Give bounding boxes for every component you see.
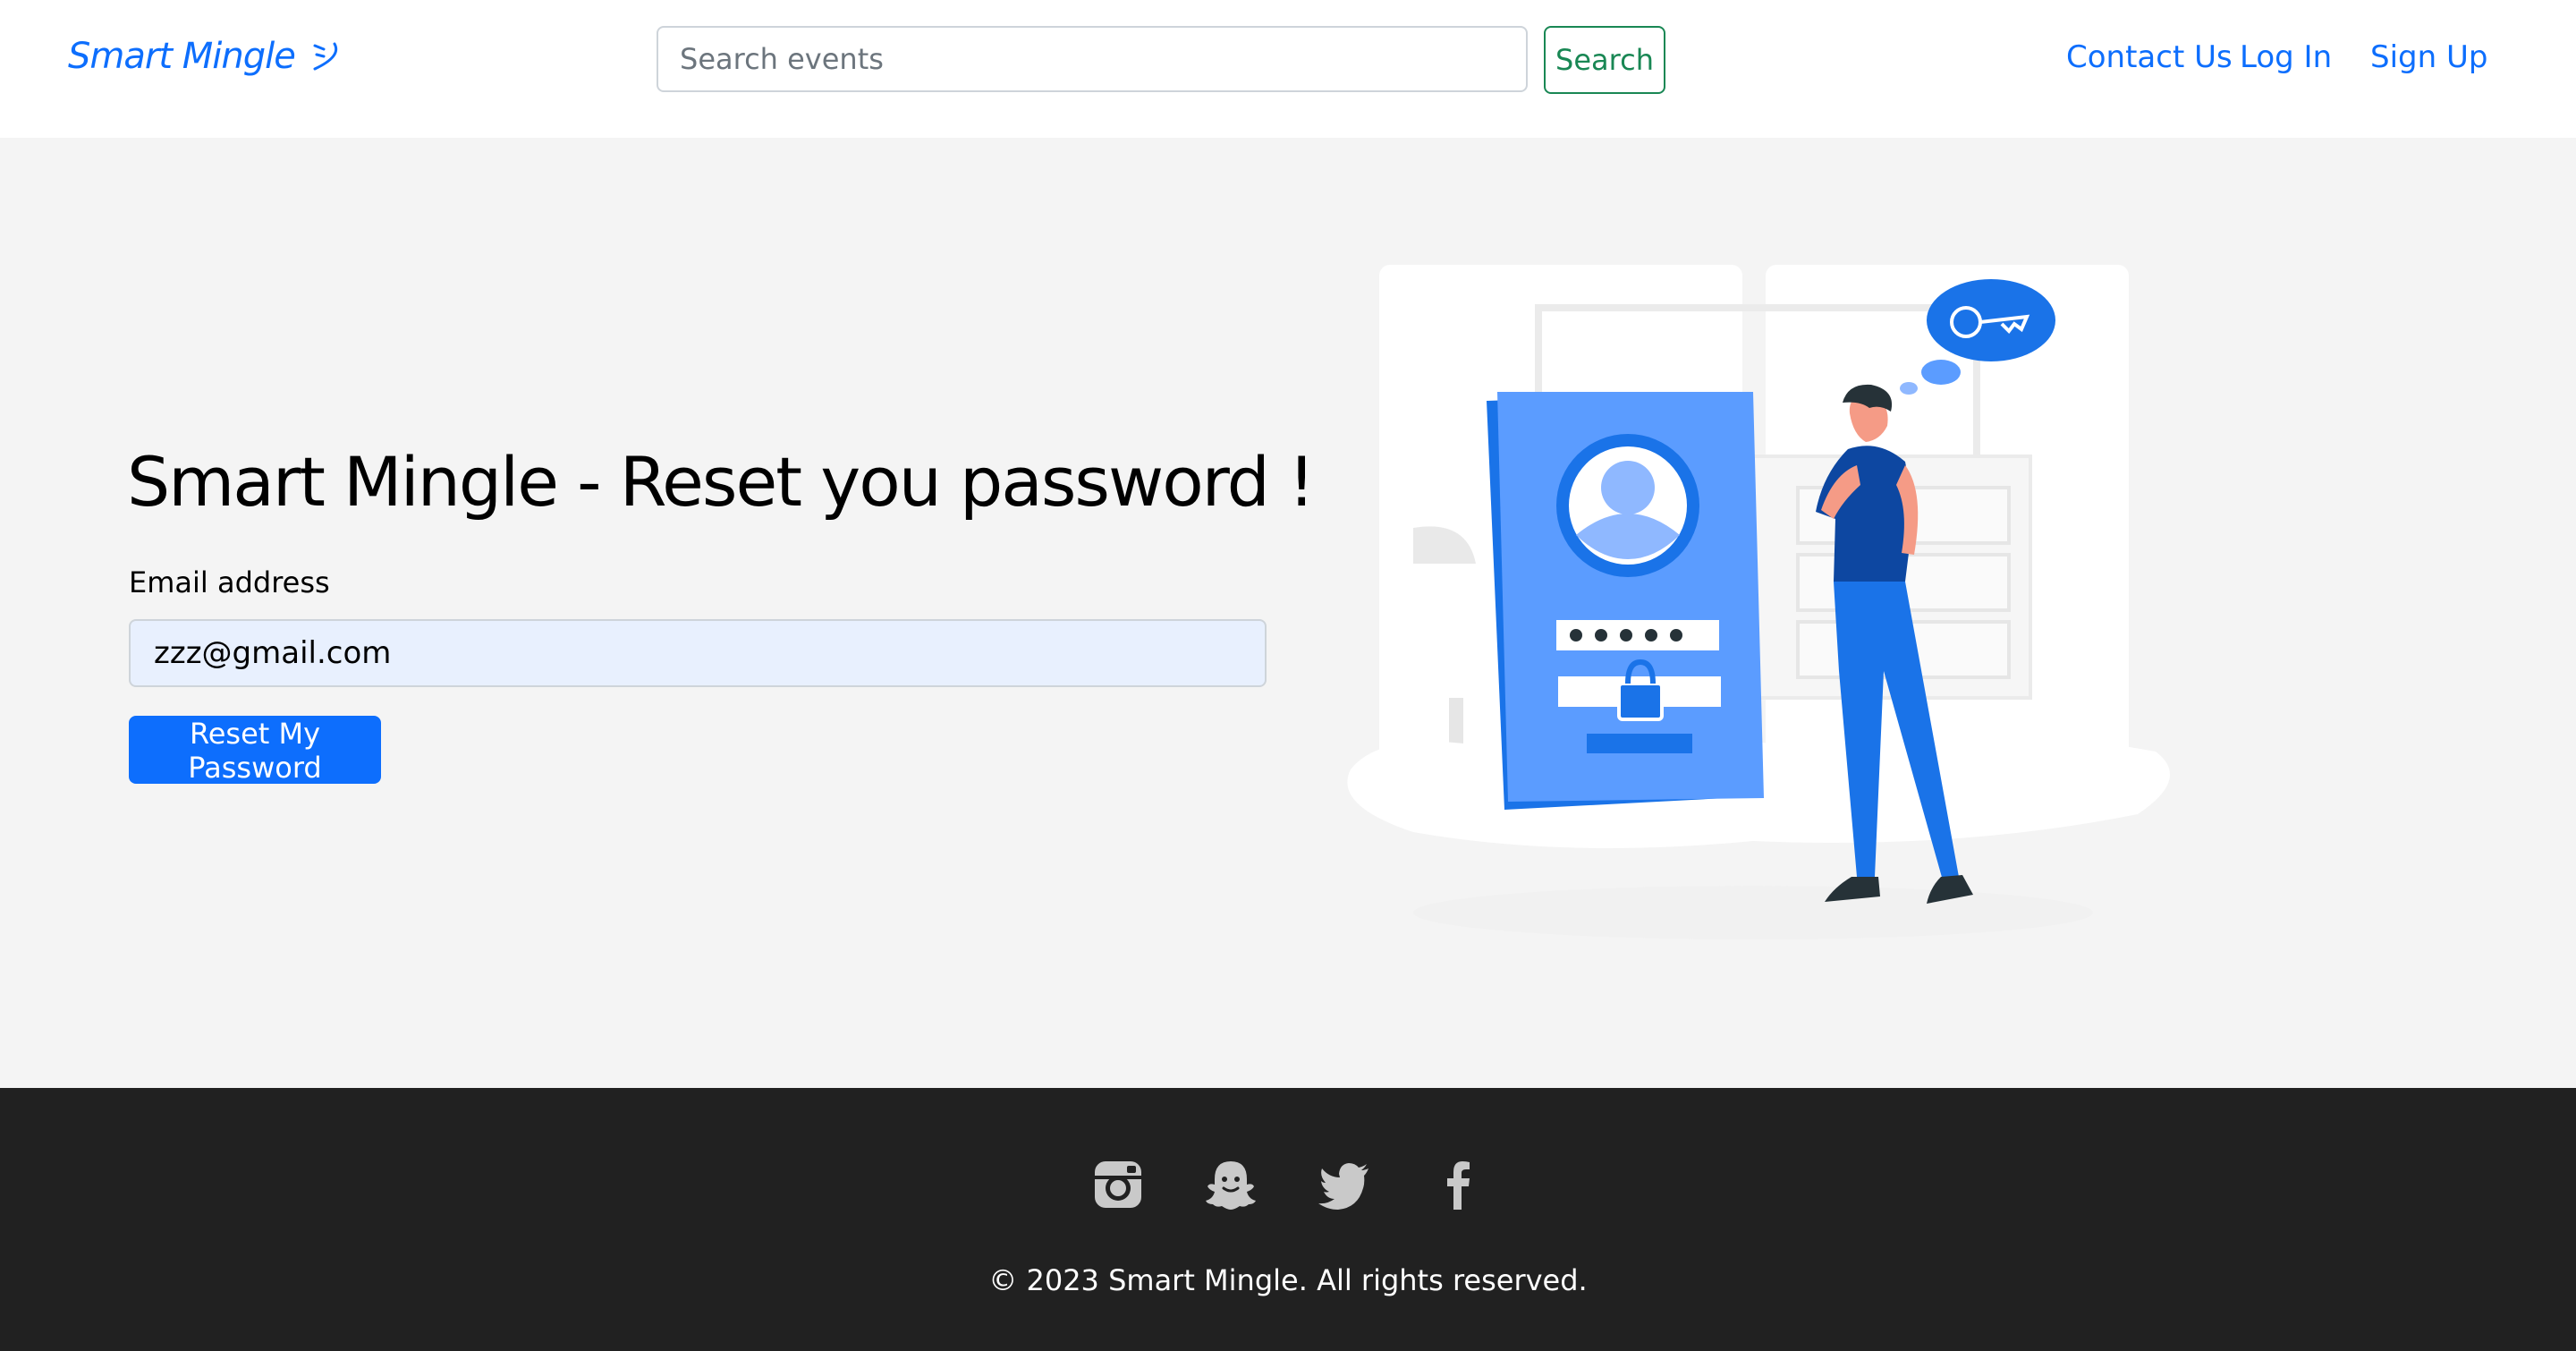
twitter-icon[interactable]	[1317, 1156, 1374, 1213]
nav-link-contact-us[interactable]: Contact Us	[2066, 39, 2233, 75]
navbar: Smart Mingle Search Contact Us Log In Si…	[0, 0, 2576, 138]
nav-link-sign-up[interactable]: Sign Up	[2370, 39, 2487, 75]
smiley-icon	[311, 40, 343, 72]
search-button[interactable]: Search	[1544, 26, 1665, 94]
copyright-text: © 2023 Smart Mingle. All rights reserved…	[988, 1263, 1588, 1297]
page-title: Smart Mingle - Reset you password !	[127, 442, 1315, 522]
email-field[interactable]	[129, 619, 1267, 687]
footer: © 2023 Smart Mingle. All rights reserved…	[0, 1088, 2576, 1351]
nav-link-log-in[interactable]: Log In	[2240, 39, 2332, 75]
search-input[interactable]	[657, 26, 1528, 92]
brand-name: Smart Mingle	[68, 36, 296, 77]
snapchat-icon[interactable]	[1202, 1156, 1259, 1213]
brand-link[interactable]: Smart Mingle	[68, 36, 343, 77]
reset-password-button[interactable]: Reset My Password	[129, 716, 381, 785]
password-reset-illustration	[1333, 251, 2209, 984]
instagram-icon[interactable]	[1089, 1156, 1147, 1213]
email-label: Email address	[129, 565, 330, 599]
facebook-icon[interactable]	[1429, 1156, 1487, 1213]
